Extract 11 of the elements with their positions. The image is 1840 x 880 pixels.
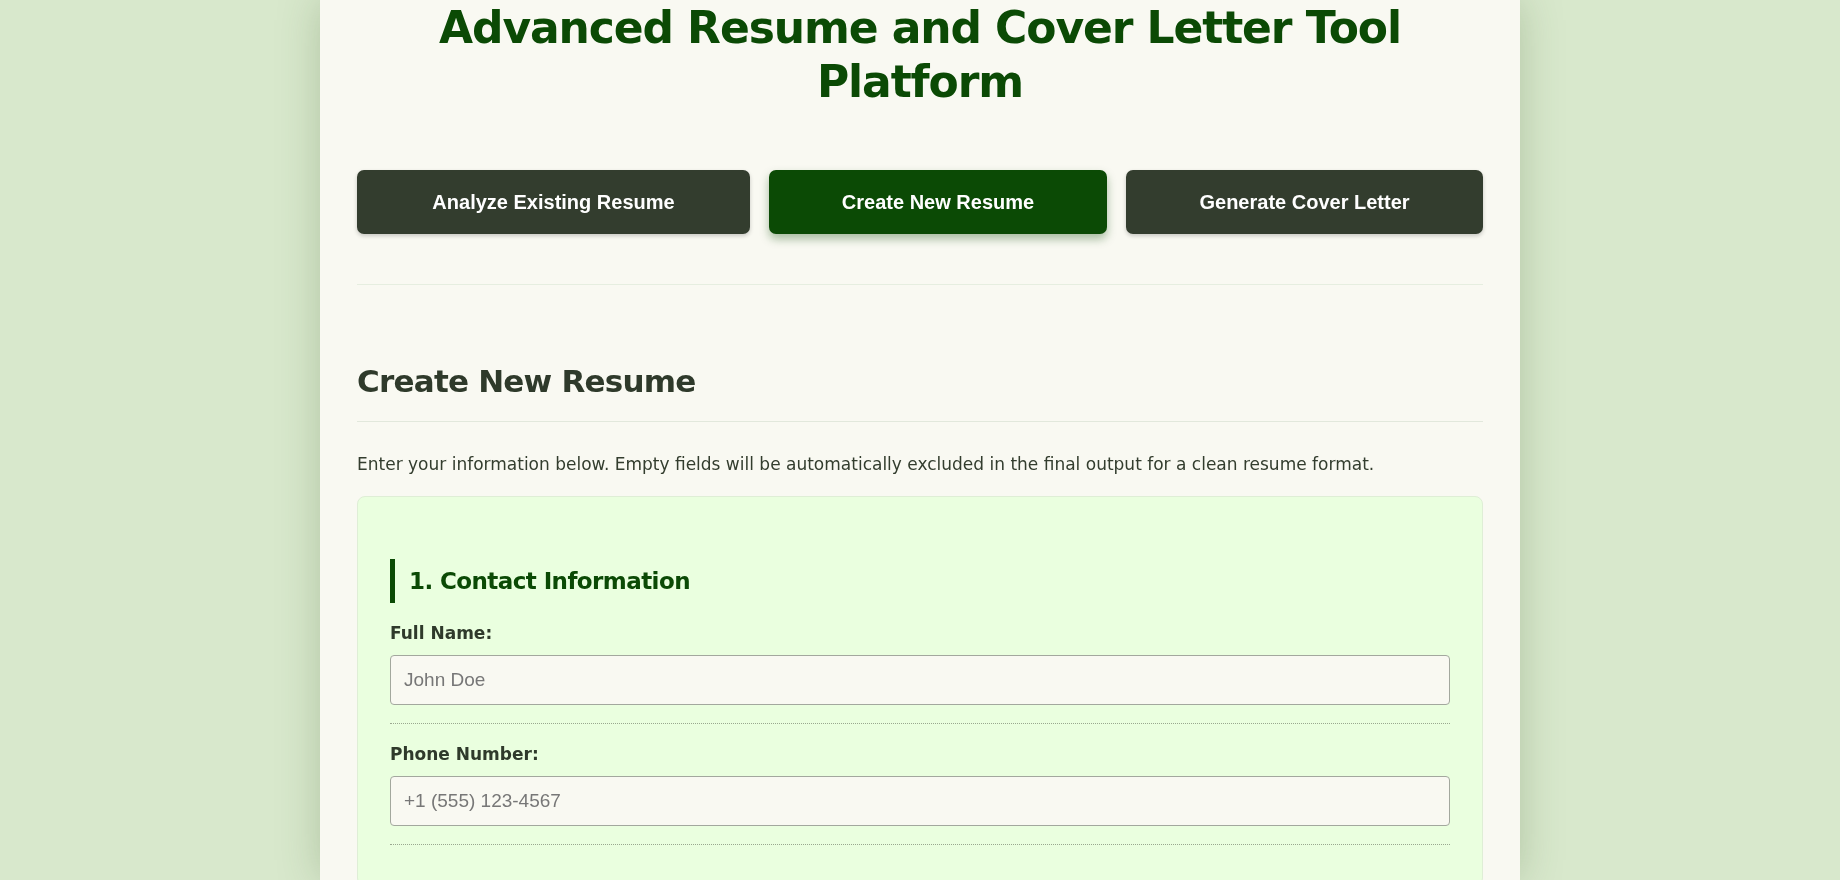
field-label: Phone Number: xyxy=(390,743,540,766)
input-field[interactable]: John Doe xyxy=(390,655,1450,705)
group-title: 1. Contact Information xyxy=(390,559,1450,603)
tab[interactable]: Analyze Existing Resume xyxy=(357,170,750,234)
section-heading: Create New Resume xyxy=(357,362,697,401)
page-title: Advanced Resume and Cover Letter Tool Platform xyxy=(438,1,1402,109)
input-field[interactable]: +1 (555) 123-4567 xyxy=(390,776,1450,826)
tab[interactable]: Generate Cover Letter xyxy=(1126,170,1483,234)
tab[interactable]: Create New Resume xyxy=(769,170,1107,234)
intro-text: Enter your information below. Empty fields will be automatically excluded in the final output for a clean resume format. xyxy=(357,453,1376,476)
field-label: Full Name: xyxy=(390,622,494,645)
